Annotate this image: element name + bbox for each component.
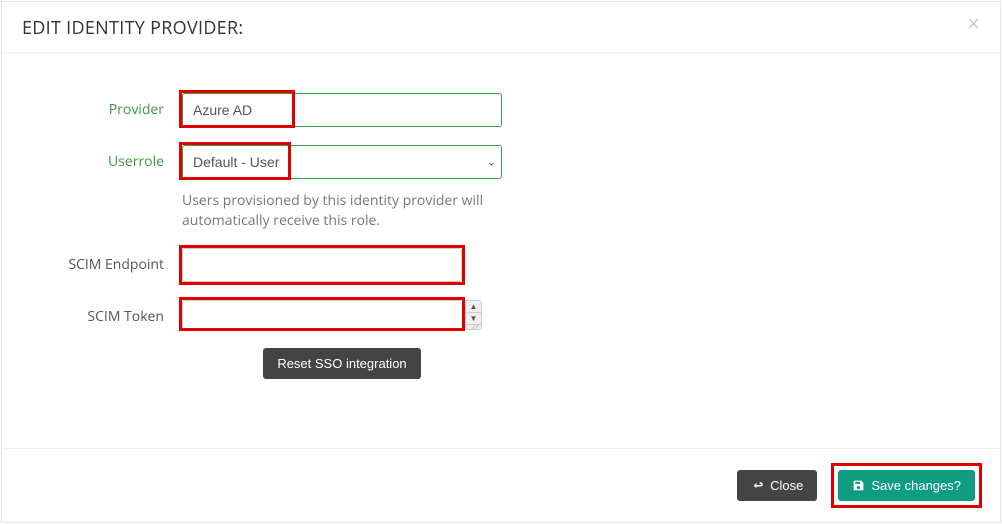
label-userrole: Userrole: [22, 145, 182, 171]
scim-token-input[interactable]: [183, 301, 465, 329]
close-icon[interactable]: ×: [961, 12, 986, 36]
close-button[interactable]: Close: [737, 470, 817, 501]
label-scim-endpoint: SCIM Endpoint: [22, 248, 182, 274]
provider-input[interactable]: [182, 93, 502, 127]
row-scim-endpoint: SCIM Endpoint: [22, 248, 980, 282]
label-provider: Provider: [22, 93, 182, 119]
save-button-label: Save changes?: [871, 478, 961, 493]
userrole-help: Users provisioned by this identity provi…: [182, 191, 492, 232]
spinner-down-icon[interactable]: ▼: [466, 312, 481, 324]
row-provider: Provider: [22, 93, 980, 127]
scim-token-spinner[interactable]: ▲ ▼: [465, 301, 481, 329]
userrole-select[interactable]: Default - User: [182, 145, 502, 179]
label-scim-token: SCIM Token: [22, 300, 182, 326]
back-arrow-icon: [751, 479, 764, 492]
save-icon: [852, 479, 865, 492]
modal-title: EDIT IDENTITY PROVIDER:: [22, 16, 243, 40]
modal-body: Provider Userrole Default - User ⌄ Users…: [2, 53, 1000, 448]
save-changes-button[interactable]: Save changes?: [838, 470, 975, 501]
modal-header: EDIT IDENTITY PROVIDER: ×: [2, 2, 1000, 53]
edit-identity-provider-modal: EDIT IDENTITY PROVIDER: × Provider Userr…: [1, 1, 1001, 523]
spinner-up-icon[interactable]: ▲: [466, 301, 481, 312]
row-scim-token: SCIM Token ▲ ▼: [22, 300, 980, 330]
row-userrole: Userrole Default - User ⌄ Users provisio…: [22, 145, 980, 232]
highlight-save: Save changes?: [831, 463, 982, 508]
close-button-label: Close: [770, 478, 803, 493]
scim-token-wrap: ▲ ▼: [182, 300, 482, 330]
scim-endpoint-input[interactable]: [182, 248, 462, 282]
reset-sso-button[interactable]: Reset SSO integration: [263, 348, 420, 379]
modal-footer: Close Save changes?: [2, 448, 1000, 522]
resize-grip-icon[interactable]: [466, 324, 481, 329]
row-reset: Reset SSO integration: [182, 348, 502, 379]
